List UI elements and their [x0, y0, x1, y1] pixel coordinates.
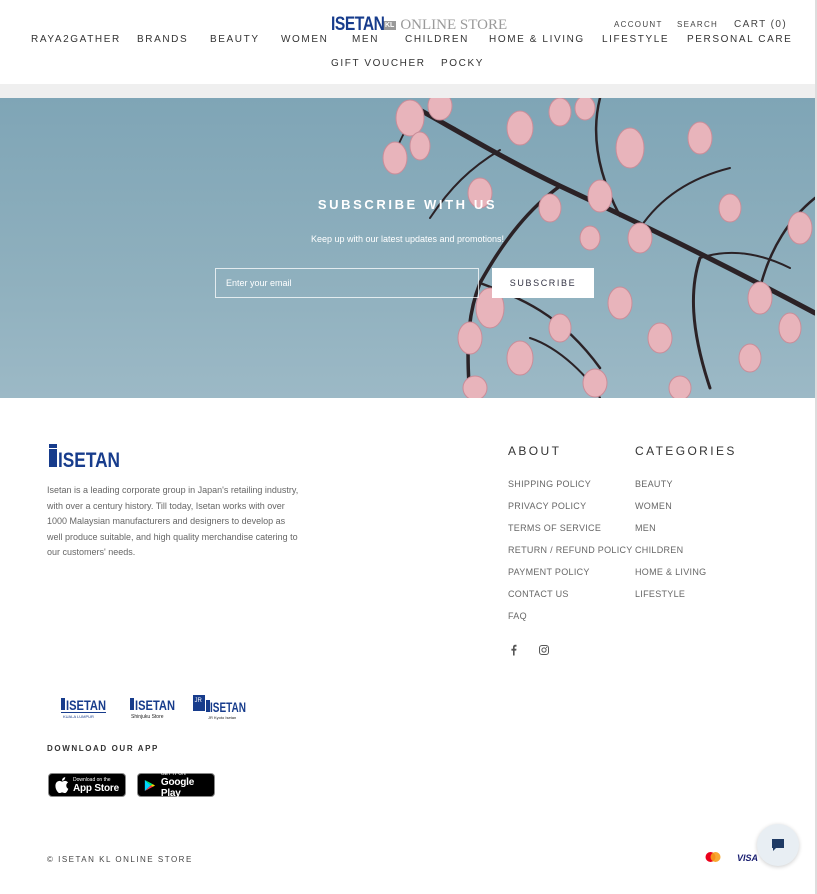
- search-link[interactable]: SEARCH: [677, 20, 718, 29]
- nav-pocky[interactable]: POCKY: [441, 58, 484, 69]
- visa-label: VISA: [737, 853, 758, 863]
- cart-link[interactable]: CART (0): [734, 19, 787, 30]
- subscribe-title: SUBSCRIBE WITH US: [317, 197, 498, 212]
- download-app-heading: DOWNLOAD OUR APP: [47, 744, 159, 753]
- link-payment-policy[interactable]: PAYMENT POLICY: [508, 567, 590, 577]
- store-logo-jr-sub: JR Kyoto Isetan: [208, 715, 236, 720]
- nav-personal-care[interactable]: PERSONAL CARE: [687, 34, 792, 45]
- link-category-women[interactable]: WOMEN: [635, 501, 672, 511]
- link-category-lifestyle[interactable]: LIFESTYLE: [635, 589, 685, 599]
- link-category-children[interactable]: CHILDREN: [635, 545, 683, 555]
- subscribe-section: SUBSCRIBE WITH US Keep up with our lates…: [0, 98, 815, 398]
- logo-store-text: ONLINE STORE: [400, 16, 508, 33]
- link-contact-us[interactable]: CONTACT US: [508, 589, 569, 599]
- logo-brand: ISETAN: [331, 14, 385, 35]
- about-heading: ABOUT: [508, 444, 562, 458]
- link-privacy-policy[interactable]: PRIVACY POLICY: [508, 501, 586, 511]
- copyright-text: © ISETAN KL ONLINE STORE: [47, 855, 193, 864]
- link-shipping-policy[interactable]: SHIPPING POLICY: [508, 479, 591, 489]
- facebook-icon[interactable]: [508, 644, 520, 656]
- magnolia-branch-image: [382, 98, 815, 398]
- footer-logo-text: ISETAN: [58, 449, 120, 469]
- subscribe-subtitle: Keep up with our latest updates and prom…: [310, 234, 505, 244]
- chat-button[interactable]: [757, 824, 799, 866]
- store-logo-jr-prefix: JR: [195, 698, 203, 704]
- link-terms-of-service[interactable]: TERMS OF SERVICE: [508, 523, 601, 533]
- email-field[interactable]: [215, 268, 479, 298]
- store-logo-jr-name: ISETAN: [210, 699, 246, 715]
- google-play-badge[interactable]: GET IT ON Google Play: [137, 771, 215, 799]
- store-logo-jr-kyoto: JR ISETAN JR Kyoto Isetan: [192, 694, 248, 722]
- isetan-kl-store-image: ISETAN KUALA LUMPUR: [61, 697, 106, 719]
- store-logo-kl-sub: KUALA LUMPUR: [63, 714, 94, 719]
- visa-icon: VISA: [737, 853, 758, 863]
- mastercard-icon: [705, 852, 721, 862]
- account-link[interactable]: ACCOUNT: [614, 20, 663, 29]
- footer-description: Isetan is a leading corporate group in J…: [47, 485, 299, 557]
- google-play-icon: [144, 779, 156, 791]
- link-category-beauty[interactable]: BEAUTY: [635, 479, 673, 489]
- footer-logo: ISETAN: [47, 443, 121, 474]
- google-play-big: Google Play: [160, 777, 195, 799]
- nav-gift-voucher[interactable]: GIFT VOUCHER: [331, 58, 426, 69]
- store-logo-shinjuku: ISETAN Shinjuku Store: [129, 694, 177, 722]
- store-logo-kl-name: ISETAN: [66, 697, 106, 713]
- nav-women[interactable]: WOMEN: [281, 34, 328, 45]
- subscribe-button[interactable]: SUBSCRIBE: [492, 268, 594, 298]
- logo-badge: KL: [383, 20, 397, 30]
- nav-raya2gather[interactable]: RAYA2GATHER: [31, 34, 121, 45]
- chat-bubble-icon: [772, 839, 784, 851]
- store-logo-shinjuku-sub: Shinjuku Store: [131, 714, 164, 720]
- store-logo-kuala-lumpur: ISETAN KUALA LUMPUR: [60, 694, 108, 722]
- nav-home-living[interactable]: HOME & LIVING: [489, 34, 585, 45]
- apple-icon: [55, 777, 69, 793]
- categories-heading: CATEGORIES: [635, 444, 737, 458]
- store-logo-shinjuku-name: ISETAN: [135, 697, 175, 713]
- nav-beauty[interactable]: BEAUTY: [210, 34, 260, 45]
- link-category-home-living[interactable]: HOME & LIVING: [635, 567, 706, 577]
- site-logo[interactable]: ISETAN KL ONLINE STORE: [331, 14, 507, 36]
- isetan-shinjuku-store-image: ISETAN Shinjuku Store: [130, 697, 175, 720]
- header-divider-band: [0, 84, 817, 98]
- link-return-refund-policy[interactable]: RETURN / REFUND POLICY: [508, 545, 633, 555]
- link-category-men[interactable]: MEN: [635, 523, 656, 533]
- isetan-jr-kyoto-store-image: JR ISETAN JR Kyoto Isetan: [193, 695, 246, 720]
- app-store-badge[interactable]: Download on the App Store: [48, 773, 126, 797]
- nav-men[interactable]: MEN: [352, 34, 379, 45]
- nav-lifestyle[interactable]: LIFESTYLE: [602, 34, 669, 45]
- nav-children[interactable]: CHILDREN: [405, 34, 469, 45]
- instagram-icon[interactable]: [538, 644, 550, 656]
- nav-brands[interactable]: BRANDS: [137, 34, 188, 45]
- site-header: ISETAN KL ONLINE STORE ACCOUNT SEARCH CA…: [0, 0, 817, 84]
- link-faq[interactable]: FAQ: [508, 611, 527, 621]
- footer-isetan-logo-image: ISETAN: [49, 444, 120, 472]
- app-store-big: App Store: [73, 782, 119, 794]
